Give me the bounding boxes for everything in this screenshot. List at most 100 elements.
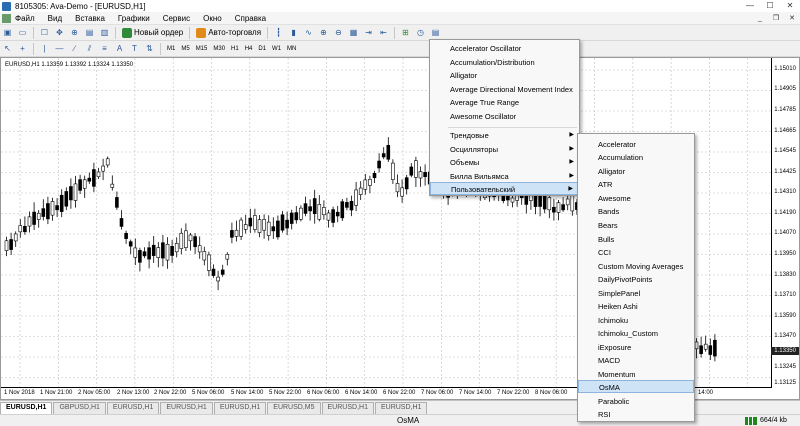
submenu-item[interactable]: Accelerator (578, 138, 694, 151)
templates-icon[interactable]: ▤ (429, 26, 442, 39)
text-label-icon[interactable]: T (128, 42, 141, 55)
tf-mn[interactable]: MN (284, 46, 299, 52)
candlestick-icon[interactable]: ▮ (287, 26, 300, 39)
chart-tab[interactable]: GBPUSD,H1 (53, 402, 106, 414)
submenu-item[interactable]: Accumulation (578, 151, 694, 164)
chart-tab[interactable]: EURUSD,H1 (213, 402, 267, 414)
submenu-item[interactable]: Bears (578, 219, 694, 232)
menu-item-atr[interactable]: Average True Range (430, 96, 579, 109)
submenu-item[interactable]: Parabolic (578, 395, 694, 408)
menu-tools[interactable]: Сервис (163, 14, 190, 23)
chart-tab[interactable]: EURUSD,H1 (321, 402, 374, 414)
auto-trading-button[interactable]: Авто-торговля (193, 26, 264, 39)
menu-item-accumulation-distribution[interactable]: Accumulation/Distribution (430, 56, 579, 69)
menu-item-adx[interactable]: Average Directional Movement Index (430, 83, 579, 96)
submenu-item[interactable]: Ichimoku_Custom (578, 327, 694, 340)
submenu-item-osma[interactable]: OsMA (578, 380, 694, 393)
text-icon[interactable]: A (113, 42, 126, 55)
menu-item-awesome-oscillator[interactable]: Awesome Oscillator (430, 110, 579, 123)
submenu-item[interactable]: RSI (578, 408, 694, 421)
menu-item-accelerator-oscillator[interactable]: Accelerator Oscillator (430, 42, 579, 55)
submenu-item[interactable]: ATR (578, 178, 694, 191)
menu-help[interactable]: Справка (235, 14, 266, 23)
connection-status[interactable]: 664/4 kb (745, 416, 787, 425)
menu-insert[interactable]: Вставка (75, 14, 105, 23)
chart-tab[interactable]: EURUSD,H1 (374, 402, 428, 414)
tf-h4[interactable]: H4 (242, 46, 256, 52)
new-chart-icon[interactable]: ▣ (1, 26, 14, 39)
bar-chart-icon[interactable]: ┇ (272, 26, 285, 39)
trendline-icon[interactable]: ∕ (68, 42, 81, 55)
submenu-item[interactable]: Bands (578, 205, 694, 218)
close-button[interactable]: ✕ (780, 0, 800, 12)
tf-h1[interactable]: H1 (228, 46, 242, 52)
tf-m5[interactable]: M5 (178, 46, 192, 52)
doc-restore-button[interactable]: ❐ (768, 12, 784, 25)
market-watch-icon[interactable]: ☐ (38, 26, 51, 39)
zoom-out-icon[interactable]: ⊖ (332, 26, 345, 39)
navigator-icon[interactable]: ✥ (53, 26, 66, 39)
zoom-in-icon[interactable]: ⊕ (317, 26, 330, 39)
menu-view[interactable]: Вид (48, 14, 62, 23)
menu-item-label: Билла Вильямса (450, 172, 509, 181)
submenu-item[interactable]: DailyPivotPoints (578, 273, 694, 286)
candle-body (27, 216, 32, 227)
menu-item-oscillators[interactable]: Осцилляторы ▶ (430, 143, 579, 156)
submenu-item[interactable]: MACD (578, 354, 694, 367)
chart-shift-icon[interactable]: ⇤ (377, 26, 390, 39)
submenu-item[interactable]: iExposure (578, 341, 694, 354)
autoscroll-icon[interactable]: ⇥ (362, 26, 375, 39)
document-icon[interactable] (2, 13, 11, 23)
chart-tab[interactable]: EURUSD,H1 (160, 402, 213, 414)
tf-m1[interactable]: M1 (164, 46, 178, 52)
minimize-button[interactable]: — (740, 0, 760, 12)
doc-minimize-button[interactable]: _ (752, 12, 768, 25)
crosshair-icon[interactable]: + (16, 42, 29, 55)
submenu-item[interactable]: Heiken Ashi (578, 300, 694, 313)
tf-m15[interactable]: M15 (193, 46, 211, 52)
vertical-line-icon[interactable]: | (38, 42, 51, 55)
tf-m30[interactable]: M30 (210, 46, 228, 52)
menu-charts[interactable]: Графики (118, 14, 150, 23)
menu-file[interactable]: Файл (15, 14, 35, 23)
tf-d1[interactable]: D1 (255, 46, 269, 52)
price-scale[interactable]: 1.15010 1.14905 1.14785 1.14665 1.14545 … (771, 58, 799, 388)
horizontal-line-icon[interactable]: — (53, 42, 66, 55)
submenu-item[interactable]: CCI (578, 246, 694, 259)
chart-tab[interactable]: EURUSD,M5 (267, 402, 321, 414)
data-window-icon[interactable]: ⊕ (68, 26, 81, 39)
candle-body (9, 239, 13, 250)
indicators-icon[interactable]: ⊞ (399, 26, 412, 39)
terminal-icon[interactable]: ▤ (83, 26, 96, 39)
chart-tab[interactable]: EURUSD,H1 (106, 402, 160, 414)
tf-w1[interactable]: W1 (269, 46, 284, 52)
submenu-item[interactable]: Alligator (578, 165, 694, 178)
cursor-icon[interactable]: ↖ (1, 42, 14, 55)
profiles-icon[interactable]: ▭ (16, 26, 29, 39)
maximize-button[interactable]: ☐ (760, 0, 780, 12)
submenu-item[interactable]: Custom Moving Averages (578, 260, 694, 273)
menu-item-volumes[interactable]: Объемы ▶ (430, 156, 579, 169)
tile-windows-icon[interactable]: ▦ (347, 26, 360, 39)
submenu-item[interactable]: Bulls (578, 233, 694, 246)
doc-close-button[interactable]: ✕ (784, 12, 800, 25)
arrows-icon[interactable]: ⇅ (143, 42, 156, 55)
candle-body (110, 183, 115, 188)
menu-window[interactable]: Окно (203, 14, 222, 23)
line-chart-icon[interactable]: ∿ (302, 26, 315, 39)
periods-icon[interactable]: ◷ (414, 26, 427, 39)
fibonacci-icon[interactable]: ≡ (98, 42, 111, 55)
submenu-item[interactable]: Ichimoku (578, 314, 694, 327)
chart-tab[interactable]: EURUSD,H1 (0, 402, 53, 414)
strategy-tester-icon[interactable]: ▥ (98, 26, 111, 39)
equidistant-channel-icon[interactable]: ⫽ (83, 42, 96, 55)
menu-item-alligator[interactable]: Alligator (430, 69, 579, 82)
menu-item-custom[interactable]: Пользовательский ▶ (430, 182, 579, 195)
status-text: OsMA (397, 416, 420, 425)
submenu-item[interactable]: SimplePanel (578, 287, 694, 300)
menu-item-trend[interactable]: Трендовые ▶ (430, 129, 579, 142)
candle-body (92, 169, 96, 187)
submenu-item[interactable]: Awesome (578, 192, 694, 205)
traffic-label: 664/4 kb (760, 417, 787, 424)
new-order-button[interactable]: Новый ордер (119, 26, 186, 39)
